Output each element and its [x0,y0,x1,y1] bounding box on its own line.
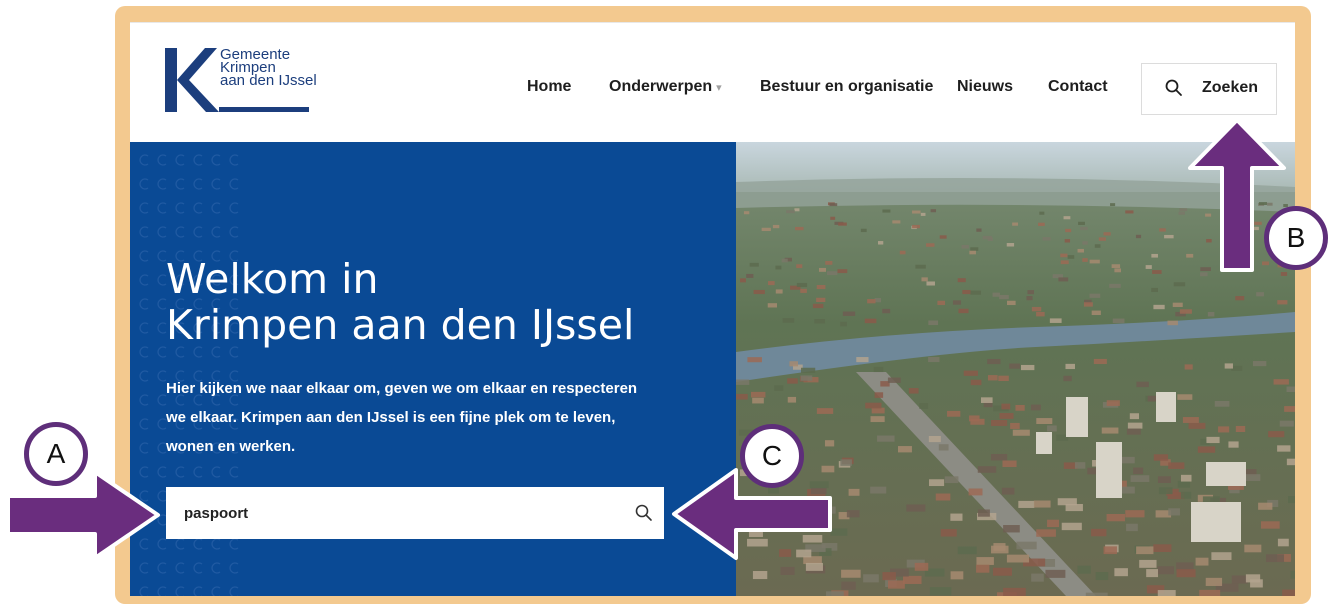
marker-a: A [24,422,88,486]
chevron-down-icon: ▾ [716,82,722,94]
hero-intro-text: Hier kijken we naar elkaar om, geven we … [166,380,638,455]
hero-panel: Welkom in Krimpen aan den IJssel Hier ki… [130,142,736,596]
hero-title-line-2: Krimpen aan den IJssel [166,301,635,349]
website: Gemeente Krimpen aan den IJssel Home Ond… [130,22,1295,596]
aerial-city-image [736,142,1295,596]
search-button-label: Zoeken [1202,79,1259,96]
hero-search [166,487,664,539]
search-icon [1165,79,1182,96]
hero-title: Welkom in Krimpen aan den IJssel [166,256,634,348]
nav-home[interactable]: Home [527,78,571,96]
site-header: Gemeente Krimpen aan den IJssel Home Ond… [130,22,1295,143]
nav-onderwerpen[interactable]: Onderwerpen ▾ [609,78,722,96]
nav-bestuur[interactable]: Bestuur en organisatie [760,78,933,96]
nav-nieuws[interactable]: Nieuws [957,78,1013,96]
marker-c: C [740,424,804,488]
nav-contact[interactable]: Contact [1048,78,1108,96]
hero-aerial-photo [736,142,1295,596]
hero-title-line-1: Welkom in [166,255,379,303]
search-button[interactable]: Zoeken [1141,63,1277,115]
main-nav: Home Onderwerpen ▾ Bestuur en organisatie… [130,23,1295,143]
nav-onderwerpen-label: Onderwerpen [609,78,713,95]
search-input[interactable] [166,487,624,539]
search-icon[interactable] [634,503,654,523]
marker-b: B [1264,206,1328,270]
